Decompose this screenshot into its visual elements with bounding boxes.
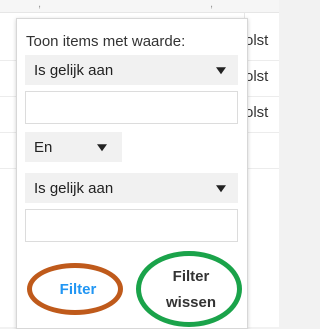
condition-select-2-value: Is gelijk aan: [34, 179, 114, 197]
condition-select-1-value: Is gelijk aan: [34, 61, 114, 79]
grid-cell: olst: [245, 104, 269, 121]
column-filter-popup: Toon items met waarde: Is gelijk aan En …: [16, 18, 248, 329]
apply-filter-button[interactable]: Filter: [33, 265, 123, 313]
condition-select-1[interactable]: Is gelijk aan: [25, 55, 238, 85]
dropdown-caret-icon: [216, 185, 226, 193]
clear-filter-label-line1: Filter: [172, 268, 210, 285]
condition-select-2[interactable]: Is gelijk aan: [25, 173, 238, 203]
grid-cell: olst: [245, 32, 269, 49]
filter-value-input-1[interactable]: [25, 91, 238, 124]
grid-header-strip: , ,: [0, 0, 279, 13]
grid-header-mark: ,: [210, 0, 214, 10]
clear-filter-label-line2: wissen: [165, 294, 217, 311]
filter-title: Toon items met waarde:: [26, 33, 186, 50]
filter-value-input-2[interactable]: [25, 209, 238, 242]
grid-cell: olst: [245, 68, 269, 85]
clear-filter-button[interactable]: Filter wissen: [141, 255, 241, 325]
logic-operator-select[interactable]: En: [25, 132, 122, 162]
dropdown-caret-icon: [216, 67, 226, 75]
logic-operator-value: En: [34, 138, 53, 156]
dropdown-caret-icon: [97, 144, 107, 152]
grid-header-mark: ,: [38, 0, 42, 10]
